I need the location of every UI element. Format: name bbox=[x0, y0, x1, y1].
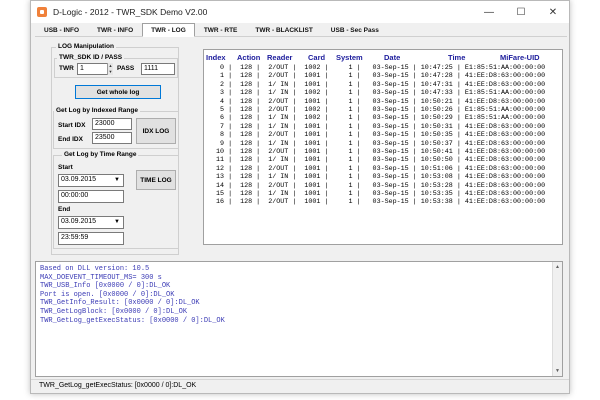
table-row[interactable]: 13 | 128 | 1/ IN | 1001 | 1 | 03-Sep-15 … bbox=[204, 173, 545, 181]
table-row[interactable]: 7 | 128 | 1/ IN | 1001 | 1 | 03-Sep-15 |… bbox=[204, 123, 545, 131]
end-idx-label: End IDX bbox=[58, 136, 83, 143]
scroll-down-icon[interactable]: ▼ bbox=[555, 368, 560, 374]
start-time-field[interactable]: 00:00:00 bbox=[58, 190, 124, 203]
indexed-range-group: Get Log by Indexed Range Start IDX 23000… bbox=[53, 107, 179, 149]
table-row[interactable]: 6 | 128 | 1/ IN | 1002 | 1 | 03-Sep-15 |… bbox=[204, 114, 545, 122]
time-log-button[interactable]: TIME LOG bbox=[136, 170, 176, 190]
column-header-card: Card bbox=[308, 53, 326, 62]
tab-strip: USB - INFO TWR - INFO TWR - LOG TWR - RT… bbox=[35, 23, 567, 37]
start-date-dropdown-icon[interactable]: ▼ bbox=[112, 174, 122, 186]
console-line: Port is open. [0x0000 / 0]:DL_OK bbox=[40, 290, 175, 299]
tab-twr-blacklist[interactable]: TWR - BLACKLIST bbox=[246, 23, 321, 37]
time-range-group: Get Log by Time Range Start 03.09.2015 ▼… bbox=[53, 151, 179, 249]
scroll-up-icon[interactable]: ▲ bbox=[555, 264, 560, 270]
log-table-header: Index Action Reader Card System Date Tim… bbox=[204, 50, 562, 64]
start-label: Start bbox=[58, 164, 73, 171]
log-table[interactable]: Index Action Reader Card System Date Tim… bbox=[203, 49, 563, 245]
table-row[interactable]: 14 | 128 | 2/OUT | 1001 | 1 | 03-Sep-15 … bbox=[204, 182, 545, 190]
window-controls: — ☐ ✕ bbox=[473, 1, 569, 23]
console-line: Based on DLL version: 10.5 bbox=[40, 265, 150, 273]
get-whole-log-button[interactable]: Get whole log bbox=[75, 85, 161, 99]
console-output[interactable]: Based on DLL version: 10.5 MAX_DOEVENT_TI… bbox=[35, 261, 563, 377]
pass-field[interactable]: 1111 bbox=[141, 63, 175, 75]
maximize-button[interactable]: ☐ bbox=[505, 1, 537, 23]
end-date-dropdown-icon[interactable]: ▼ bbox=[112, 216, 122, 228]
time-range-legend: Get Log by Time Range bbox=[62, 151, 139, 158]
twr-label: TWR bbox=[59, 65, 74, 72]
table-row[interactable]: 0 | 128 | 2/OUT | 1002 | 1 | 03-Sep-15 |… bbox=[204, 64, 545, 72]
status-text: TWR_GetLog_getExecStatus: [0x0000 / 0]:D… bbox=[39, 382, 197, 389]
window-title: D-Logic - 2012 - TWR_SDK Demo V2.00 bbox=[53, 7, 208, 17]
tab-usb-info[interactable]: USB - INFO bbox=[35, 23, 88, 37]
console-line: TWR_USB_Info [0x0000 / 0]:DL_OK bbox=[40, 282, 171, 291]
idx-log-button[interactable]: IDX LOG bbox=[136, 118, 176, 144]
app-icon bbox=[37, 7, 47, 17]
table-row[interactable]: 15 | 128 | 1/ IN | 1001 | 1 | 03-Sep-15 … bbox=[204, 190, 545, 198]
app-window: D-Logic - 2012 - TWR_SDK Demo V2.00 — ☐ … bbox=[30, 0, 570, 394]
tab-usb-sec-pass[interactable]: USB - Sec Pass bbox=[322, 23, 388, 37]
pass-label: PASS bbox=[117, 65, 135, 72]
sdk-id-pass-group: TWR_SDK ID / PASS TWR 1 ▲ ▼ PASS 1111 bbox=[54, 54, 178, 78]
end-label: End bbox=[58, 206, 71, 213]
table-row[interactable]: 16 | 128 | 2/OUT | 1001 | 1 | 03-Sep-15 … bbox=[204, 198, 545, 206]
table-row[interactable]: 3 | 128 | 1/ IN | 1002 | 1 | 03-Sep-15 |… bbox=[204, 89, 545, 97]
column-header-system: System bbox=[336, 53, 363, 62]
tab-twr-info[interactable]: TWR - INFO bbox=[88, 23, 142, 37]
table-row[interactable]: 4 | 128 | 2/OUT | 1001 | 1 | 03-Sep-15 |… bbox=[204, 98, 545, 106]
close-button[interactable]: ✕ bbox=[537, 1, 569, 23]
sdk-id-pass-legend: TWR_SDK ID / PASS bbox=[57, 54, 125, 61]
end-idx-field[interactable]: 23500 bbox=[92, 132, 132, 144]
table-row[interactable]: 8 | 128 | 2/OUT | 1001 | 1 | 03-Sep-15 |… bbox=[204, 131, 545, 139]
console-line: TWR_GetLogBlock: [0x0000 / 0]:DL_OK bbox=[40, 308, 188, 316]
column-header-date: Date bbox=[384, 53, 401, 62]
column-header-index: Index bbox=[206, 53, 226, 62]
table-row[interactable]: 9 | 128 | 1/ IN | 1001 | 1 | 03-Sep-15 |… bbox=[204, 140, 545, 148]
console-line: MAX_DOEVENT_TIMEOUT_MS= 300 s bbox=[40, 273, 162, 282]
start-idx-field[interactable]: 23000 bbox=[92, 118, 132, 130]
column-header-time: Time bbox=[448, 53, 466, 62]
table-row[interactable]: 10 | 128 | 2/OUT | 1001 | 1 | 03-Sep-15 … bbox=[204, 148, 545, 156]
console-line: TWR_GetLog_getExecStatus: [0x0000 / 0]:D… bbox=[40, 316, 225, 325]
log-manipulation-legend: LOG Manipulation bbox=[56, 43, 116, 50]
twr-id-spinner[interactable]: ▲ ▼ bbox=[107, 63, 113, 75]
table-row[interactable]: 5 | 128 | 2/OUT | 1002 | 1 | 03-Sep-15 |… bbox=[204, 106, 545, 114]
column-header-mifare-uid: MiFare-UID bbox=[500, 53, 540, 62]
console-scrollbar[interactable]: ▲ ▼ bbox=[552, 262, 562, 376]
table-row[interactable]: 2 | 128 | 1/ IN | 1001 | 1 | 03-Sep-15 |… bbox=[204, 81, 545, 89]
column-header-reader: Reader bbox=[267, 53, 293, 62]
tab-twr-log[interactable]: TWR - LOG bbox=[142, 23, 195, 37]
table-row[interactable]: 11 | 128 | 1/ IN | 1001 | 1 | 03-Sep-15 … bbox=[204, 156, 545, 164]
console-line: TWR_GetInfo_Result: [0x0000 / 0]:DL_OK bbox=[40, 299, 200, 308]
table-row[interactable]: 1 | 128 | 2/OUT | 1001 | 1 | 03-Sep-15 |… bbox=[204, 72, 545, 80]
end-time-field[interactable]: 23:59:59 bbox=[58, 232, 124, 245]
start-idx-label: Start IDX bbox=[58, 122, 86, 129]
table-row[interactable]: 12 | 128 | 2/OUT | 1001 | 1 | 03-Sep-15 … bbox=[204, 165, 545, 173]
tab-twr-rte[interactable]: TWR - RTE bbox=[195, 23, 247, 37]
minimize-button[interactable]: — bbox=[473, 1, 505, 23]
status-bar: TWR_GetLog_getExecStatus: [0x0000 / 0]:D… bbox=[31, 379, 569, 393]
column-header-action: Action bbox=[237, 53, 261, 62]
indexed-range-legend: Get Log by Indexed Range bbox=[54, 107, 140, 114]
title-bar[interactable]: D-Logic - 2012 - TWR_SDK Demo V2.00 — ☐ … bbox=[31, 1, 569, 23]
